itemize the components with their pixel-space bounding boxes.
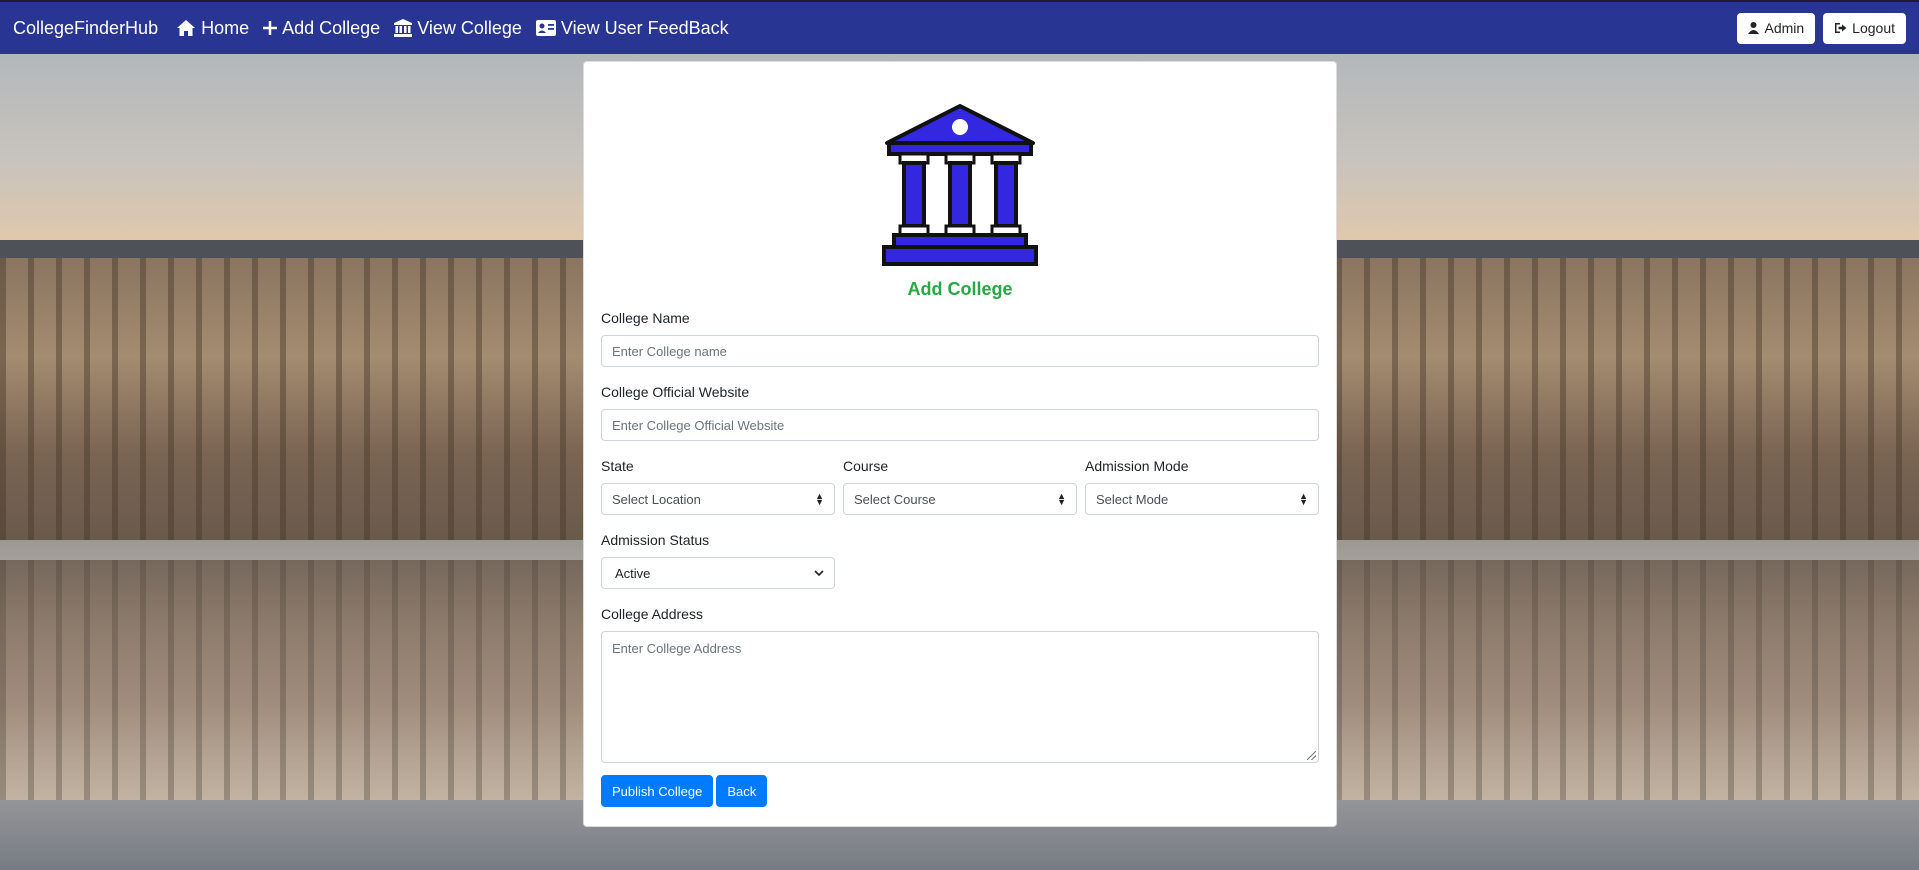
nav-view-feedback-label: View User FeedBack [560, 17, 729, 38]
address-textarea[interactable]: Enter College Address [601, 631, 1319, 763]
admission-mode-select[interactable]: Select Mode ▲ ▼ [1085, 483, 1319, 515]
nav-view-college-label: View College [417, 17, 522, 38]
state-value: Select Location [612, 491, 701, 507]
select-row: State Select Location ▲ ▼ Course Select C… [601, 449, 1319, 515]
course-col: Course Select Course ▲ ▼ [843, 449, 1077, 515]
sign-out-icon [1835, 23, 1847, 33]
background-building-left [0, 240, 585, 540]
website-label: College Official Website [601, 384, 750, 400]
add-college-card: Add College College Name Enter College n… [583, 61, 1337, 827]
admission-status-label: Admission Status [601, 532, 710, 548]
college-name-placeholder: Enter College name [612, 343, 727, 359]
website-input[interactable]: Enter College Official Website [601, 409, 1319, 441]
brand-link[interactable]: CollegeFinderHub [13, 18, 158, 39]
status-row: Admission Status Active [601, 523, 1319, 589]
admission-status-select[interactable]: Active [601, 557, 835, 589]
address-placeholder: Enter College Address [612, 641, 742, 656]
resize-handle-icon[interactable] [1307, 751, 1316, 760]
background-building-right [1336, 240, 1919, 540]
address-label: College Address [601, 606, 703, 622]
nav-add-college-label: Add College [282, 17, 381, 38]
admin-button[interactable]: Admin [1737, 12, 1816, 44]
institution-logo-icon [882, 104, 1038, 266]
college-name-label: College Name [601, 310, 690, 326]
website-placeholder: Enter College Official Website [612, 417, 785, 433]
nav-home-label: Home [201, 17, 250, 38]
select-arrows-icon: ▲ ▼ [815, 491, 824, 507]
navbar-right: Admin Logout [1737, 12, 1906, 44]
form-actions: Publish College Back [601, 775, 1319, 807]
nav-home[interactable]: Home [176, 18, 249, 39]
college-name-input[interactable]: Enter College name [601, 335, 1319, 367]
back-button[interactable]: Back [716, 775, 768, 807]
nav-view-feedback[interactable]: View User FeedBack [535, 17, 729, 39]
id-card-icon [535, 20, 556, 36]
plus-icon [263, 21, 278, 35]
state-col: State Select Location ▲ ▼ [601, 449, 835, 515]
publish-college-button[interactable]: Publish College [601, 775, 714, 807]
background-reflection-left [0, 560, 585, 800]
institution-icon [394, 19, 413, 37]
nav-view-college[interactable]: View College [394, 18, 522, 39]
admin-label: Admin [1764, 20, 1805, 36]
admission-status-col: Admission Status Active [601, 523, 835, 589]
course-label: Course [843, 458, 889, 474]
admission-mode-label: Admission Mode [1085, 458, 1189, 474]
home-icon [177, 20, 196, 36]
logout-button[interactable]: Logout [1823, 12, 1906, 44]
state-select[interactable]: Select Location ▲ ▼ [601, 483, 835, 515]
logout-label: Logout [1852, 20, 1895, 36]
navbar: CollegeFinderHub Home Add College View C… [0, 0, 1919, 54]
select-arrows-icon: ▲ ▼ [1057, 491, 1066, 507]
admission-status-value: Active [615, 565, 651, 581]
chevron-down-icon [814, 569, 824, 576]
form-title: Add College [907, 279, 1013, 299]
course-select[interactable]: Select Course ▲ ▼ [843, 483, 1077, 515]
logo-wrap [601, 103, 1319, 267]
background-reflection-right [1336, 560, 1919, 800]
user-icon [1748, 22, 1760, 34]
course-value: Select Course [854, 491, 936, 507]
admission-mode-col: Admission Mode Select Mode ▲ ▼ [1085, 449, 1319, 515]
nav-add-college[interactable]: Add College [263, 18, 380, 39]
admission-mode-value: Select Mode [1096, 491, 1169, 507]
state-label: State [601, 458, 634, 474]
select-arrows-icon: ▲ ▼ [1299, 491, 1308, 507]
